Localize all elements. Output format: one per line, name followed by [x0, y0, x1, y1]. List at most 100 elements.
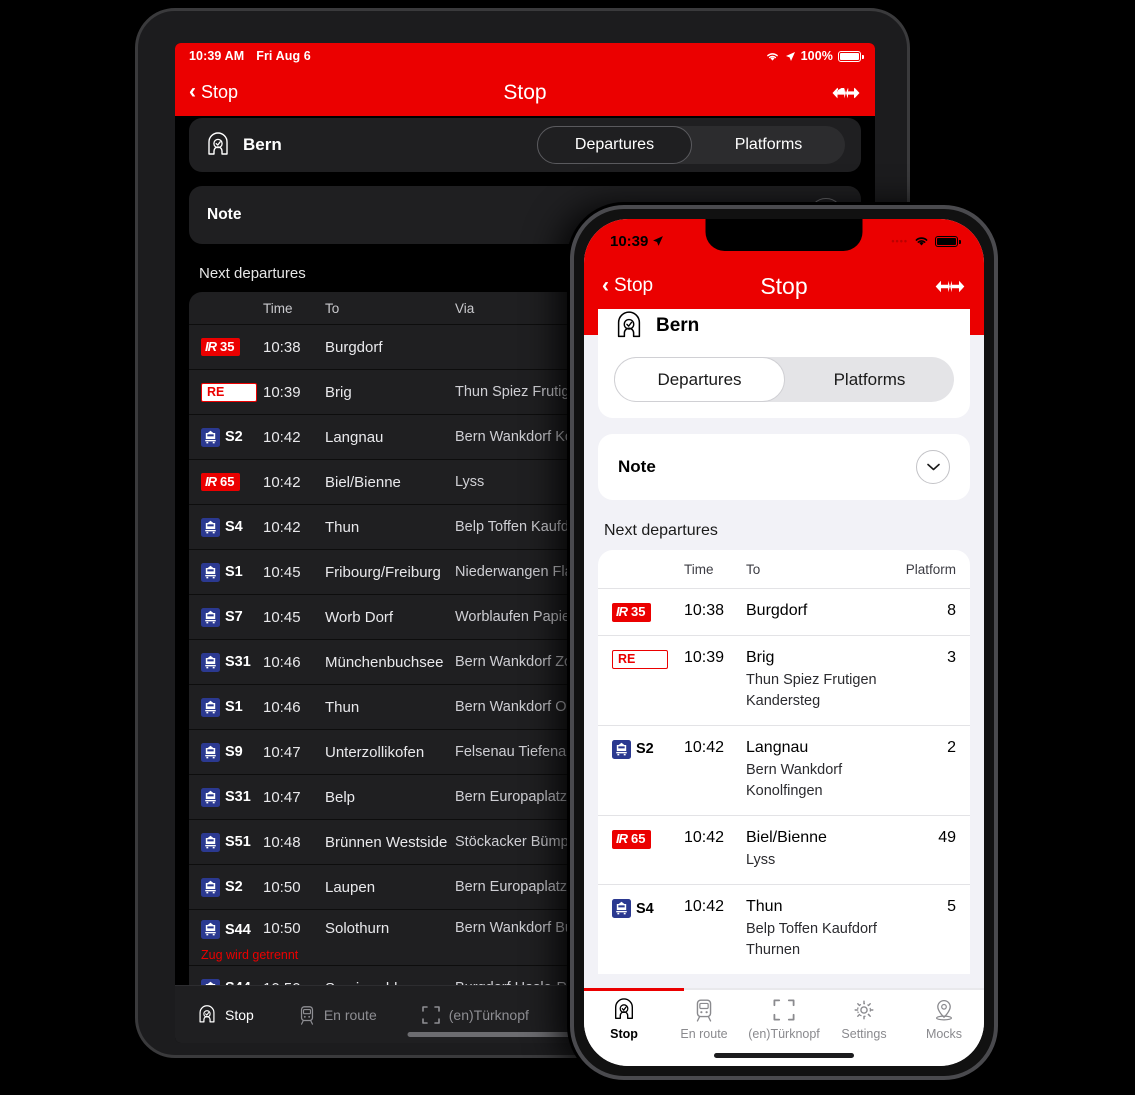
- cell-platform: 8: [947, 602, 956, 619]
- cell-time: 10:39: [263, 383, 301, 401]
- line-badge-s: S31: [201, 652, 251, 672]
- cell-badge: RE: [193, 382, 263, 402]
- tab-departures[interactable]: Departures: [614, 357, 785, 402]
- table-row[interactable]: S2 10:42 Langnau Bern Wankdorf Konolfingen 2: [598, 724, 970, 815]
- wifi-icon: [765, 51, 780, 62]
- cell-time: 10:42: [263, 473, 301, 491]
- tab-label: Stop: [225, 1006, 254, 1023]
- cell-time: 10:38: [684, 602, 725, 619]
- cell-badge: S1: [193, 562, 263, 582]
- tab-departures[interactable]: Departures: [537, 126, 692, 164]
- tab-stop[interactable]: Stop: [584, 998, 664, 1041]
- ir-mark: IR: [205, 338, 217, 354]
- tab-tuerknopf[interactable]: (en)Türknopf: [744, 998, 824, 1041]
- cell-badge: S31: [193, 652, 263, 672]
- stop-row: Bern: [614, 311, 954, 341]
- cell-time: 10:38: [263, 338, 301, 356]
- row-warning: Zug wird getrennt: [201, 948, 299, 962]
- cell-destination: Langnau Bern Wankdorf Konolfingen: [746, 739, 922, 802]
- s-bahn-train-icon: [612, 899, 631, 919]
- iphone-note-section[interactable]: Note: [598, 434, 970, 500]
- back-button[interactable]: ‹ Stop: [602, 275, 653, 298]
- table-row[interactable]: IR 35 10:38 Burgdorf 8: [598, 588, 970, 635]
- cell-badge: S31: [193, 787, 263, 807]
- line-number: S31: [225, 789, 251, 805]
- table-row[interactable]: IR 65 10:42 Biel/Bienne Lyss 49: [598, 815, 970, 884]
- cell-time: 10:47: [263, 743, 301, 761]
- sbb-logo[interactable]: [831, 85, 861, 101]
- table-row[interactable]: RE 10:39 Brig Thun Spiez Frutigen Kanderste…: [598, 634, 970, 725]
- via-stops: Lyss: [746, 852, 776, 868]
- tab-tuerknopf[interactable]: (en)Türknopf: [399, 1005, 551, 1025]
- line-badge-s: S4: [612, 899, 654, 919]
- tab-label: En route: [323, 1006, 377, 1023]
- cell-time: 10:42: [684, 738, 725, 756]
- cell-badge: S44: [193, 978, 263, 985]
- note-label: Note: [207, 206, 242, 223]
- line-badge-s: S1: [201, 562, 243, 582]
- iphone-table-body: IR 35 10:38 Burgdorf 8 RE 10:39 Brig Thun Spiez …: [598, 588, 970, 974]
- iphone-tab-bar[interactable]: Stop En route (en)Türknopf Settings Mock…: [584, 988, 984, 1066]
- cell-destination: Thun Belp Toffen Kaufdorf Thurnen: [746, 898, 922, 961]
- cell-badge: S4: [612, 898, 684, 921]
- table-row[interactable]: S4 10:42 Thun Belp Toffen Kaufdorf Thurnen 5: [598, 884, 970, 974]
- line-badge-s: S9: [201, 742, 243, 762]
- home-indicator: [714, 1053, 854, 1058]
- iphone-stop-card: Bern Departures Platforms: [598, 309, 970, 418]
- line-badge-s: S51: [201, 832, 251, 852]
- tab-en-route[interactable]: En route: [664, 998, 744, 1041]
- stop-clock-icon: [614, 311, 644, 341]
- cell-badge: S2: [193, 877, 263, 897]
- tab-stop[interactable]: Stop: [175, 1004, 276, 1025]
- cell-badge: S2: [612, 739, 684, 762]
- line-badge-ir: IR 65: [612, 830, 652, 849]
- line-badge-s: S31: [201, 787, 251, 807]
- tab-en-route[interactable]: En route: [276, 1005, 399, 1025]
- cell-badge: S1: [193, 697, 263, 717]
- tab-label: (en)Türknopf: [748, 1027, 820, 1041]
- cell-time: 10:45: [263, 563, 301, 581]
- cell-destination: Burgdorf: [325, 338, 383, 356]
- cell-badge: S4: [193, 517, 263, 537]
- tab-label: Stop: [610, 1027, 638, 1041]
- tab-mocks[interactable]: Mocks: [904, 998, 984, 1041]
- line-badge-s: S2: [201, 877, 243, 897]
- line-badge-re: RE: [201, 382, 257, 402]
- line-badge-s: S4: [201, 517, 243, 537]
- train-icon: [298, 1005, 316, 1025]
- cell-badge: IR 35: [612, 602, 684, 622]
- chevron-down-icon[interactable]: [916, 450, 950, 484]
- line-number: S44: [225, 980, 251, 985]
- train-icon: [694, 998, 714, 1022]
- tab-platforms[interactable]: Platforms: [692, 126, 845, 164]
- line-number: S2: [636, 741, 654, 758]
- status-date: Fri Aug 6: [256, 49, 311, 63]
- ipad-segmented-control[interactable]: Departures Platforms: [537, 126, 845, 164]
- line-badge-s: S7: [201, 607, 243, 627]
- cell-badge: RE: [612, 649, 684, 669]
- s-bahn-train-icon: [201, 787, 220, 807]
- line-number: S31: [225, 654, 251, 670]
- line-badge-ir: IR 65: [201, 472, 241, 492]
- cell-badge: S51: [193, 832, 263, 852]
- cell-destination: Langnau: [325, 428, 384, 446]
- s-bahn-train-icon: [201, 607, 220, 627]
- cell-time: 10:39: [684, 648, 725, 666]
- battery-icon: [935, 235, 961, 247]
- s-bahn-train-icon: [201, 832, 220, 852]
- cell-platform: 49: [938, 829, 956, 846]
- frame-icon: [421, 1005, 441, 1025]
- status-time: 10:39: [610, 232, 649, 250]
- tab-platforms[interactable]: Platforms: [785, 357, 954, 402]
- cell-destination: Solothurn: [325, 920, 390, 937]
- sbb-logo[interactable]: [934, 278, 966, 295]
- cell-badge: S9: [193, 742, 263, 762]
- cell-platform: 5: [947, 898, 956, 916]
- tab-settings[interactable]: Settings: [824, 998, 904, 1041]
- wifi-icon: [913, 235, 930, 247]
- line-badge-ir: IR 35: [612, 603, 652, 622]
- cell-destination: Burgdorf: [746, 602, 922, 620]
- iphone-segmented-control[interactable]: Departures Platforms: [614, 357, 954, 402]
- back-label: Stop: [201, 82, 239, 102]
- back-button[interactable]: ‹ Stop: [189, 81, 238, 104]
